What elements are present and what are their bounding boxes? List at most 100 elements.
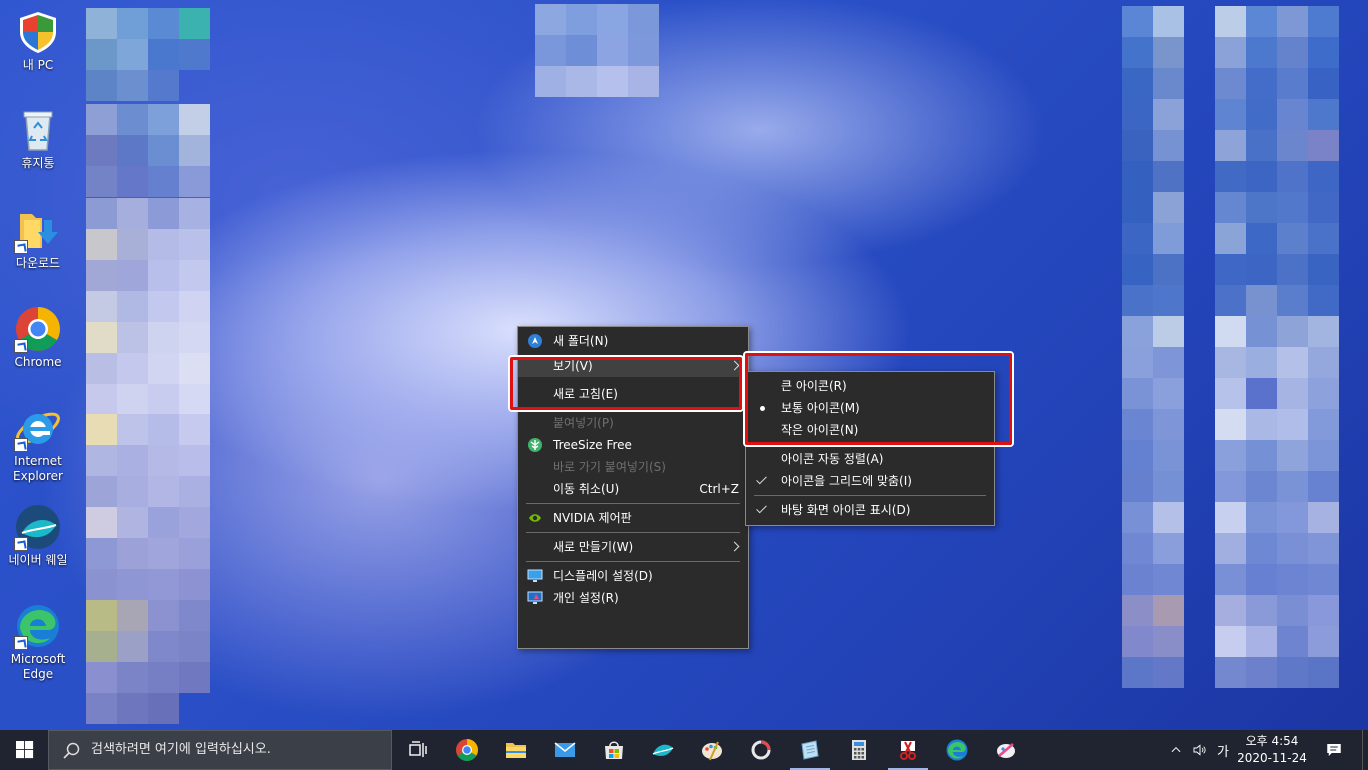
search-placeholder: 검색하려면 여기에 입력하십시오. — [91, 742, 271, 757]
edge-icon — [14, 602, 62, 650]
taskbar-mail[interactable] — [541, 730, 589, 770]
desktop-icon-label: Internet Explorer — [13, 454, 63, 483]
desktop-icon-downloads[interactable]: 다운로드 — [0, 206, 76, 271]
shortcut-arrow-icon — [14, 636, 28, 650]
taskbar-naver-whale[interactable] — [639, 730, 687, 770]
desktop-icon-label: Chrome — [14, 355, 62, 369]
menu-separator — [754, 495, 986, 496]
brush-app-icon — [997, 743, 1015, 758]
display-icon — [527, 568, 543, 584]
downloads-folder-icon — [14, 206, 62, 254]
blurred-icon-area-right — [1122, 6, 1342, 696]
desktop-icon-edge[interactable]: Microsoft Edge — [0, 602, 76, 682]
blurred-icon-area-left — [86, 8, 226, 730]
internet-explorer-icon — [14, 404, 62, 452]
desktop-icon-chrome[interactable]: Chrome — [0, 305, 76, 370]
shortcut-arrow-icon — [14, 438, 28, 452]
task-view-icon — [409, 741, 427, 757]
menu-item-paste: 붙여넣기(P) — [553, 416, 614, 430]
mail-icon — [554, 742, 576, 757]
notification-icon — [1327, 744, 1341, 756]
store-icon — [605, 741, 623, 759]
windows-logo-icon — [16, 741, 34, 759]
menu-item-new-folder[interactable]: 새 폴더(N) — [518, 330, 748, 352]
menu-item-display-settings[interactable]: 디스플레이 설정(D) — [518, 565, 748, 587]
chrome-icon — [456, 739, 478, 761]
recycle-bin-icon — [14, 106, 62, 154]
menu-item-auto-arrange[interactable]: 아이콘 자동 정렬(A) — [746, 448, 994, 470]
taskbar: 검색하려면 여기에 입력하십시오. 가 오후 4:54 2020-11-24 — [0, 730, 1368, 770]
menu-separator — [526, 503, 740, 504]
tray-show-hidden-icons[interactable] — [1164, 730, 1188, 770]
blurred-icon-area-top-center — [535, 4, 665, 104]
checkmark-icon — [756, 502, 767, 514]
desktop-icon-internet-explorer[interactable]: Internet Explorer — [0, 404, 76, 484]
desktop-icon-label: 휴지통 — [21, 156, 55, 170]
taskbar-paint[interactable] — [688, 730, 736, 770]
desktop-icon-label: 다운로드 — [15, 256, 61, 270]
taskbar-chrome[interactable] — [443, 730, 491, 770]
desktop-icon-label: Microsoft Edge — [10, 652, 66, 681]
menu-item-nvidia[interactable]: NVIDIA 제어판 — [518, 507, 748, 529]
desktop-icon-label: 네이버 웨일 — [8, 553, 68, 567]
desktop-icon-recycle-bin[interactable]: 휴지통 — [0, 106, 76, 171]
new-folder-icon — [527, 333, 543, 349]
edge-icon — [946, 739, 968, 761]
personalize-icon — [527, 590, 543, 606]
ring-app-icon — [751, 740, 771, 760]
tray-ime-indicator[interactable]: 가 — [1212, 730, 1234, 770]
checkmark-icon — [756, 473, 767, 485]
taskbar-calculator[interactable] — [835, 730, 883, 770]
folder-icon — [506, 743, 526, 758]
task-view-button[interactable] — [394, 730, 442, 770]
shortcut-key-label: Ctrl+Z — [699, 482, 739, 496]
taskbar-app-brush[interactable] — [982, 730, 1030, 770]
taskbar-app-ring[interactable] — [737, 730, 785, 770]
menu-separator — [526, 532, 740, 533]
menu-item-paste-shortcut: 바로 가기 붙여넣기(S) — [553, 460, 666, 474]
notes-app-icon — [801, 740, 819, 760]
shield-pc-icon — [14, 8, 62, 56]
desktop-icon-my-pc[interactable]: 내 PC — [0, 8, 76, 73]
clock-date: 2020-11-24 — [1237, 751, 1307, 765]
menu-item-treesize[interactable]: TreeSize Free — [518, 434, 748, 456]
paint-palette-icon — [702, 741, 722, 761]
menu-item-new[interactable]: 새로 만들기(W) — [518, 536, 748, 558]
chevron-up-icon — [1171, 747, 1181, 753]
taskbar-edge[interactable] — [933, 730, 981, 770]
nvidia-icon — [527, 510, 543, 526]
taskbar-file-explorer[interactable] — [492, 730, 540, 770]
menu-item-show-desktop-icons[interactable]: 바탕 화면 아이콘 표시(D) — [746, 499, 994, 521]
shortcut-arrow-icon — [14, 240, 28, 254]
highlight-box-icon-size-options — [745, 353, 1012, 445]
menu-item-personalize[interactable]: 개인 설정(R) — [518, 587, 748, 609]
tray-volume[interactable] — [1188, 730, 1212, 770]
taskbar-search-box[interactable]: 검색하려면 여기에 입력하십시오. — [48, 730, 392, 770]
naver-whale-icon — [14, 503, 62, 551]
clock-time: 오후 4:54 — [1245, 734, 1299, 748]
menu-item-align-grid[interactable]: 아이콘을 그리드에 맞춤(I) — [746, 470, 994, 492]
calculator-icon — [852, 740, 866, 760]
shortcut-arrow-icon — [14, 339, 28, 353]
taskbar-snipping-tool[interactable] — [884, 730, 932, 770]
speaker-icon — [1193, 744, 1206, 756]
desktop-icon-label: 내 PC — [22, 58, 54, 72]
taskbar-store[interactable] — [590, 730, 638, 770]
menu-separator — [526, 561, 740, 562]
search-icon — [63, 742, 80, 759]
taskbar-clock[interactable]: 오후 4:54 2020-11-24 — [1232, 733, 1312, 767]
scissors-icon — [900, 741, 916, 760]
highlight-box-view-item — [510, 357, 742, 410]
chevron-right-icon — [729, 541, 740, 552]
action-center-button[interactable] — [1310, 730, 1358, 770]
naver-whale-icon — [652, 744, 674, 756]
shortcut-arrow-icon — [14, 537, 28, 551]
menu-item-undo-move[interactable]: 이동 취소(U) Ctrl+Z — [518, 478, 748, 500]
taskbar-app-notes[interactable] — [786, 730, 834, 770]
chrome-icon — [14, 305, 62, 353]
desktop[interactable]: 내 PC 휴지통 다운로드 Chrome Internet Explorer 네… — [0, 0, 1368, 730]
treesize-icon — [527, 437, 543, 453]
start-button[interactable] — [0, 730, 48, 770]
show-desktop-strip[interactable] — [1362, 730, 1368, 770]
desktop-icon-naver-whale[interactable]: 네이버 웨일 — [0, 503, 76, 568]
